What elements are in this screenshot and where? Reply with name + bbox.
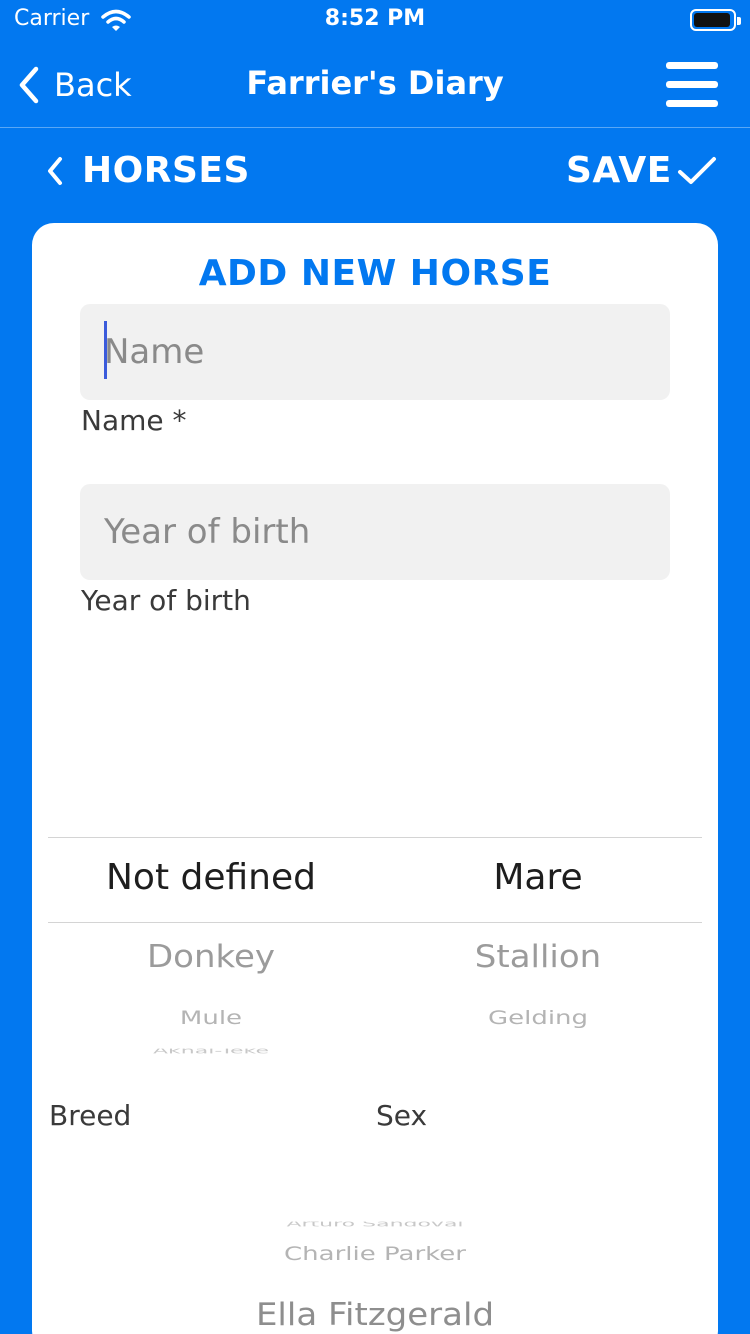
breed-label: Breed: [49, 1099, 132, 1132]
battery-icon: [690, 9, 741, 31]
save-label: SAVE: [566, 150, 672, 191]
sex-picker-selected[interactable]: Mare: [376, 857, 700, 898]
sex-picker-option[interactable]: Gelding: [376, 1007, 700, 1029]
breed-picker-option[interactable]: Akhal-Teke: [50, 1049, 372, 1054]
name-input[interactable]: [80, 304, 670, 400]
picker-selection-bottom-line: [48, 922, 702, 923]
owner-picker-selected[interactable]: Ella Fitzgerald: [50, 1297, 700, 1334]
status-bar: Carrier 8:52 PM: [0, 0, 750, 40]
picker-selection-top-line: [48, 837, 702, 838]
horses-back-button[interactable]: HORSES: [44, 150, 250, 191]
year-of-birth-label: Year of birth: [81, 584, 251, 617]
breed-picker-option[interactable]: Mule: [50, 1007, 372, 1029]
name-label: Name *: [81, 404, 187, 437]
year-of-birth-input[interactable]: [80, 484, 670, 580]
breed-picker-selected[interactable]: Not defined: [50, 857, 372, 898]
add-horse-card: ADD NEW HORSE Name * Year of birth Not d…: [32, 223, 718, 1334]
checkmark-icon: [677, 156, 716, 184]
save-button[interactable]: SAVE: [566, 150, 718, 191]
owner-picker-option[interactable]: Arturo Sandoval: [50, 1222, 700, 1227]
horses-label: HORSES: [82, 150, 250, 191]
status-time: 8:52 PM: [324, 6, 426, 31]
owner-picker-option[interactable]: Charlie Parker: [50, 1243, 700, 1265]
navigation-bar: Back Farrier's Diary: [0, 40, 750, 128]
page-title: Farrier's Diary: [246, 64, 504, 102]
chevron-left-icon: [48, 156, 62, 185]
hamburger-menu-icon[interactable]: [664, 60, 720, 110]
breed-picker-option[interactable]: Donkey: [50, 939, 372, 976]
sex-label: Sex: [376, 1099, 428, 1132]
form-title: ADD NEW HORSE: [198, 253, 552, 294]
text-cursor: [104, 321, 107, 379]
sex-picker-option[interactable]: Stallion: [376, 939, 700, 976]
